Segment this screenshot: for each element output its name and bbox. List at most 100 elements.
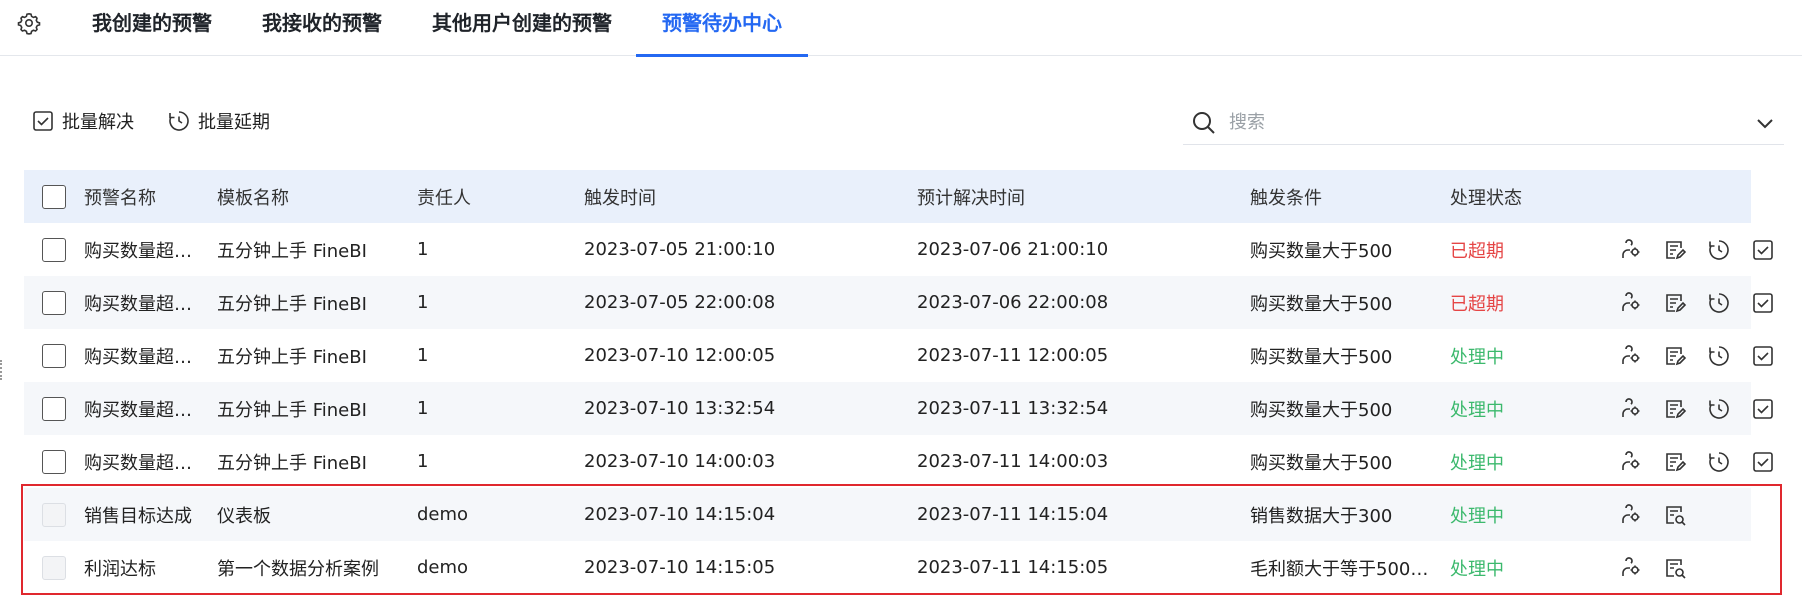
table-row[interactable]: 购买数量超… 五分钟上手 FineBI 1 2023-07-05 22:00:08 20… <box>24 276 1773 329</box>
cell-trigger-time: 2023-07-10 14:00:03 <box>584 451 776 472</box>
assign-user-icon[interactable] <box>1619 556 1643 580</box>
cell-condition: 购买数量大于500 <box>1250 346 1393 368</box>
view-detail-icon[interactable] <box>1663 556 1687 580</box>
batch-resolve-button[interactable]: 批量解决 <box>32 108 134 134</box>
edit-record-icon[interactable] <box>1663 397 1687 421</box>
tab-other-users[interactable]: 其他用户创建的预警 <box>432 0 612 56</box>
cell-trigger-time: 2023-07-10 14:15:05 <box>584 557 776 578</box>
cell-trigger-time: 2023-07-10 13:32:54 <box>584 398 776 419</box>
resolve-checkbox-icon[interactable] <box>1751 450 1775 474</box>
cell-expected-time: 2023-07-06 21:00:10 <box>917 239 1109 260</box>
extend-deadline-icon[interactable] <box>1707 450 1731 474</box>
assign-user-icon[interactable] <box>1619 291 1643 315</box>
cell-owner: 1 <box>417 239 429 260</box>
tab-my-received[interactable]: 我接收的预警 <box>262 0 382 56</box>
cell-owner: 1 <box>417 292 429 313</box>
table-row[interactable]: 利润达标 第一个数据分析案例 demo 2023-07-10 14:15:05 2023… <box>24 541 1751 594</box>
side-drag-handle[interactable] <box>0 360 3 380</box>
cell-condition: 销售数据大于300 <box>1250 505 1393 527</box>
row-checkbox <box>42 555 66 580</box>
extend-deadline-icon[interactable] <box>1707 344 1731 368</box>
cell-condition: 购买数量大于500 <box>1250 240 1393 262</box>
search-icon <box>1193 111 1215 134</box>
table-row[interactable]: 购买数量超… 五分钟上手 FineBI 1 2023-07-10 13:32:54 20… <box>24 382 1773 435</box>
assign-user-icon[interactable] <box>1619 344 1643 368</box>
column-header: 责任人 <box>417 187 471 209</box>
resolve-checkbox-icon[interactable] <box>1751 344 1775 368</box>
resolve-checkbox-icon[interactable] <box>1751 291 1775 315</box>
search-input[interactable] <box>1229 112 1709 133</box>
cell-condition: 购买数量大于500 <box>1250 399 1393 421</box>
cell-name: 购买数量超… <box>84 240 192 262</box>
cell-template: 五分钟上手 FineBI <box>217 293 367 315</box>
table-row[interactable]: 购买数量超… 五分钟上手 FineBI 1 2023-07-10 12:00:05 20… <box>24 329 1773 382</box>
resolve-checkbox-icon[interactable] <box>1751 397 1775 421</box>
assign-user-icon[interactable] <box>1619 503 1643 527</box>
extend-deadline-icon[interactable] <box>1707 397 1731 421</box>
cell-status: 已超期 <box>1450 240 1504 262</box>
gear-icon[interactable] <box>17 11 41 35</box>
cell-name: 购买数量超… <box>84 452 192 474</box>
table-row[interactable]: 销售目标达成 仪表板 demo 2023-07-10 14:15:04 2023-07-… <box>24 488 1751 541</box>
row-actions <box>1619 382 1775 435</box>
column-header: 预警名称 <box>84 187 156 209</box>
edit-record-icon[interactable] <box>1663 344 1687 368</box>
column-header: 预计解决时间 <box>917 187 1025 209</box>
extend-deadline-icon[interactable] <box>1707 291 1731 315</box>
assign-user-icon[interactable] <box>1619 397 1643 421</box>
cell-trigger-time: 2023-07-10 14:15:04 <box>584 504 776 525</box>
cell-owner: 1 <box>417 398 429 419</box>
chevron-down-icon[interactable] <box>1754 112 1776 134</box>
row-checkbox[interactable] <box>42 343 66 368</box>
cell-status: 处理中 <box>1450 558 1504 580</box>
cell-template: 第一个数据分析案例 <box>217 558 379 580</box>
cell-status: 已超期 <box>1450 293 1504 315</box>
cell-condition: 购买数量大于500 <box>1250 452 1393 474</box>
top-tab-bar: 我创建的预警 我接收的预警 其他用户创建的预警 预警待办中心 <box>0 0 1802 57</box>
tab-todo-center[interactable]: 预警待办中心 <box>636 0 808 57</box>
row-checkbox <box>42 502 66 527</box>
tab-my-created[interactable]: 我创建的预警 <box>92 0 212 56</box>
edit-record-icon[interactable] <box>1663 238 1687 262</box>
edit-record-icon[interactable] <box>1663 291 1687 315</box>
cell-template: 仪表板 <box>217 505 271 527</box>
cell-trigger-time: 2023-07-10 12:00:05 <box>584 345 776 366</box>
column-header: 模板名称 <box>217 187 289 209</box>
view-detail-icon[interactable] <box>1663 503 1687 527</box>
column-header: 触发时间 <box>584 187 656 209</box>
cell-template: 五分钟上手 FineBI <box>217 452 367 474</box>
cell-expected-time: 2023-07-11 14:00:03 <box>917 451 1109 472</box>
row-actions <box>1619 435 1775 488</box>
row-checkbox[interactable] <box>42 237 66 262</box>
row-checkbox[interactable] <box>42 449 66 474</box>
table-row[interactable]: 购买数量超… 五分钟上手 FineBI 1 2023-07-10 14:00:03 20… <box>24 435 1773 488</box>
cell-template: 五分钟上手 FineBI <box>217 240 367 262</box>
cell-owner: demo <box>417 557 469 578</box>
assign-user-icon[interactable] <box>1619 450 1643 474</box>
edit-record-icon[interactable] <box>1663 450 1687 474</box>
batch-extend-label: 批量延期 <box>198 112 270 133</box>
cell-template: 五分钟上手 FineBI <box>217 399 367 421</box>
batch-resolve-label: 批量解决 <box>62 112 134 133</box>
cell-name: 购买数量超… <box>84 399 192 421</box>
resolve-checkbox-icon[interactable] <box>1751 238 1775 262</box>
cell-trigger-time: 2023-07-05 21:00:10 <box>584 239 776 260</box>
cell-condition: 购买数量大于500 <box>1250 293 1393 315</box>
assign-user-icon[interactable] <box>1619 238 1643 262</box>
table-row[interactable]: 购买数量超… 五分钟上手 FineBI 1 2023-07-05 21:00:10 20… <box>24 223 1773 276</box>
batch-extend-button[interactable]: 批量延期 <box>168 108 270 134</box>
row-checkbox[interactable] <box>42 290 66 315</box>
row-checkbox[interactable] <box>42 396 66 421</box>
cell-condition: 毛利额大于等于500… <box>1250 558 1429 580</box>
select-all-checkbox[interactable] <box>42 184 66 209</box>
search-box[interactable] <box>1183 101 1784 145</box>
clock-refresh-icon <box>169 111 189 131</box>
cell-owner: demo <box>417 504 469 525</box>
table-header: 预警名称 模板名称 责任人 触发时间 预计解决时间 触发条件 处理状态 <box>24 170 1751 223</box>
cell-template: 五分钟上手 FineBI <box>217 346 367 368</box>
cell-expected-time: 2023-07-06 22:00:08 <box>917 292 1109 313</box>
cell-owner: 1 <box>417 451 429 472</box>
cell-status: 处理中 <box>1450 399 1504 421</box>
cell-expected-time: 2023-07-11 14:15:05 <box>917 557 1109 578</box>
extend-deadline-icon[interactable] <box>1707 238 1731 262</box>
